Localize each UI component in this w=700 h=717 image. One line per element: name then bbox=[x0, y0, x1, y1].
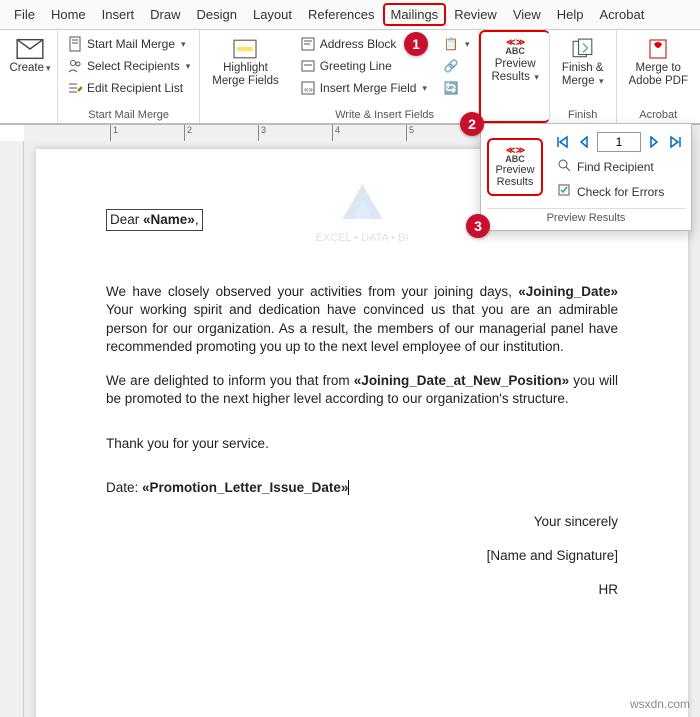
record-navigator bbox=[551, 130, 687, 154]
menu-draw[interactable]: Draw bbox=[142, 3, 188, 26]
menu-mailings[interactable]: Mailings bbox=[383, 3, 447, 26]
rules-icon: 📋 bbox=[443, 36, 459, 52]
callout-3: 3 bbox=[466, 214, 490, 238]
svg-text:«»: «» bbox=[304, 85, 313, 94]
match-fields-button[interactable]: 🔗 bbox=[440, 56, 473, 76]
create-button[interactable]: Create▾ bbox=[6, 34, 54, 79]
people-icon bbox=[67, 58, 83, 74]
dropdown-footer-label: Preview Results bbox=[487, 208, 685, 224]
merge-field-name: «Name» bbox=[143, 212, 195, 227]
menu-references[interactable]: References bbox=[300, 3, 382, 26]
menu-design[interactable]: Design bbox=[189, 3, 245, 26]
list-edit-icon bbox=[67, 80, 83, 96]
chevron-down-icon: ▾ bbox=[532, 72, 539, 82]
paragraph-2[interactable]: We are delighted to inform you that from… bbox=[106, 372, 618, 408]
callout-2: 2 bbox=[460, 112, 484, 136]
menu-insert[interactable]: Insert bbox=[94, 3, 143, 26]
preview-results-button[interactable]: ≪ ≫ABC Preview Results ▾ bbox=[485, 34, 544, 87]
merge-field-issue-date: «Promotion_Letter_Issue_Date» bbox=[142, 480, 349, 495]
signature-line-2[interactable]: [Name and Signature] bbox=[106, 547, 618, 565]
greeting-icon bbox=[300, 58, 316, 74]
ribbon: Create▾ Start Mail Merge▾ Select Recipie… bbox=[0, 30, 700, 125]
field-icon: «» bbox=[300, 80, 316, 96]
rules-button[interactable]: 📋▾ bbox=[440, 34, 473, 54]
preview-abc-icon: ≪ ≫ABC bbox=[505, 146, 525, 164]
menu-home[interactable]: Home bbox=[43, 3, 94, 26]
group-label-acrobat: Acrobat bbox=[623, 107, 694, 121]
prev-record-button[interactable] bbox=[575, 133, 593, 151]
pdf-icon bbox=[644, 38, 672, 60]
chevron-down-icon: ▾ bbox=[596, 76, 603, 86]
document-page[interactable]: EXCEL • DATA • BI Dear «Name», We have c… bbox=[36, 149, 688, 717]
chevron-down-icon: ▾ bbox=[46, 63, 51, 73]
preview-abc-icon: ≪ ≫ABC bbox=[505, 38, 525, 56]
site-watermark: wsxdn.com bbox=[630, 697, 690, 711]
greeting-line[interactable]: Dear «Name», bbox=[106, 209, 203, 231]
document-icon bbox=[67, 36, 83, 52]
menu-file[interactable]: File bbox=[6, 3, 43, 26]
chevron-down-icon: ▾ bbox=[181, 39, 186, 50]
first-record-button[interactable] bbox=[553, 133, 571, 151]
find-recipient-button[interactable]: Find Recipient bbox=[551, 154, 687, 179]
preview-results-toggle[interactable]: ≪ ≫ABC Preview Results bbox=[487, 138, 543, 196]
last-record-button[interactable] bbox=[667, 133, 685, 151]
next-record-button[interactable] bbox=[645, 133, 663, 151]
start-mail-merge-button[interactable]: Start Mail Merge▾ bbox=[64, 34, 193, 54]
group-label-create bbox=[6, 119, 51, 121]
menu-review[interactable]: Review bbox=[446, 3, 505, 26]
match-icon: 🔗 bbox=[443, 58, 459, 74]
select-recipients-button[interactable]: Select Recipients▾ bbox=[64, 56, 193, 76]
refresh-icon: 🔄 bbox=[443, 80, 459, 96]
paragraph-1[interactable]: We have closely observed your activities… bbox=[106, 283, 618, 356]
group-label-write-insert: Write & Insert Fields bbox=[297, 107, 473, 121]
merge-to-pdf-button[interactable]: Merge to Adobe PDF bbox=[623, 34, 694, 91]
chevron-down-icon: ▾ bbox=[422, 83, 427, 94]
insert-merge-field-button[interactable]: «» Insert Merge Field▾ bbox=[297, 78, 430, 98]
watermark: EXCEL • DATA • BI bbox=[315, 179, 408, 244]
date-line[interactable]: Date: «Promotion_Letter_Issue_Date» bbox=[106, 479, 618, 497]
search-icon bbox=[557, 158, 571, 175]
preview-results-dropdown: ≪ ≫ABC Preview Results Find Recipient Ch… bbox=[480, 123, 692, 231]
menu-help[interactable]: Help bbox=[549, 3, 592, 26]
chevron-down-icon: ▾ bbox=[186, 61, 191, 72]
menu-bar: File Home Insert Draw Design Layout Refe… bbox=[0, 0, 700, 30]
check-icon bbox=[557, 183, 571, 200]
group-label-start-merge: Start Mail Merge bbox=[64, 107, 193, 121]
update-labels-button[interactable]: 🔄 bbox=[440, 78, 473, 98]
finish-merge-button[interactable]: Finish & Merge ▾ bbox=[556, 34, 610, 91]
menu-acrobat[interactable]: Acrobat bbox=[592, 3, 653, 26]
signature-line-1[interactable]: Your sincerely bbox=[106, 513, 618, 531]
thank-you-line[interactable]: Thank you for your service. bbox=[106, 435, 618, 453]
record-number-input[interactable] bbox=[597, 132, 641, 152]
greeting-line-button[interactable]: Greeting Line bbox=[297, 56, 430, 76]
finish-icon bbox=[569, 38, 597, 60]
callout-1: 1 bbox=[404, 32, 428, 56]
group-label-finish: Finish bbox=[556, 107, 610, 121]
check-for-errors-button[interactable]: Check for Errors bbox=[551, 179, 687, 204]
menu-layout[interactable]: Layout bbox=[245, 3, 300, 26]
address-icon bbox=[300, 36, 316, 52]
vertical-ruler[interactable] bbox=[0, 141, 24, 717]
edit-recipient-list-button[interactable]: Edit Recipient List bbox=[64, 78, 193, 98]
merge-field-joining-date: «Joining_Date» bbox=[518, 284, 618, 299]
highlight-merge-fields-button[interactable]: Highlight Merge Fields bbox=[206, 34, 284, 91]
menu-view[interactable]: View bbox=[505, 3, 549, 26]
envelope-icon bbox=[16, 38, 44, 60]
merge-field-new-position-date: «Joining_Date_at_New_Position» bbox=[354, 373, 569, 388]
signature-line-3[interactable]: HR bbox=[106, 581, 618, 599]
highlight-icon bbox=[231, 38, 259, 60]
